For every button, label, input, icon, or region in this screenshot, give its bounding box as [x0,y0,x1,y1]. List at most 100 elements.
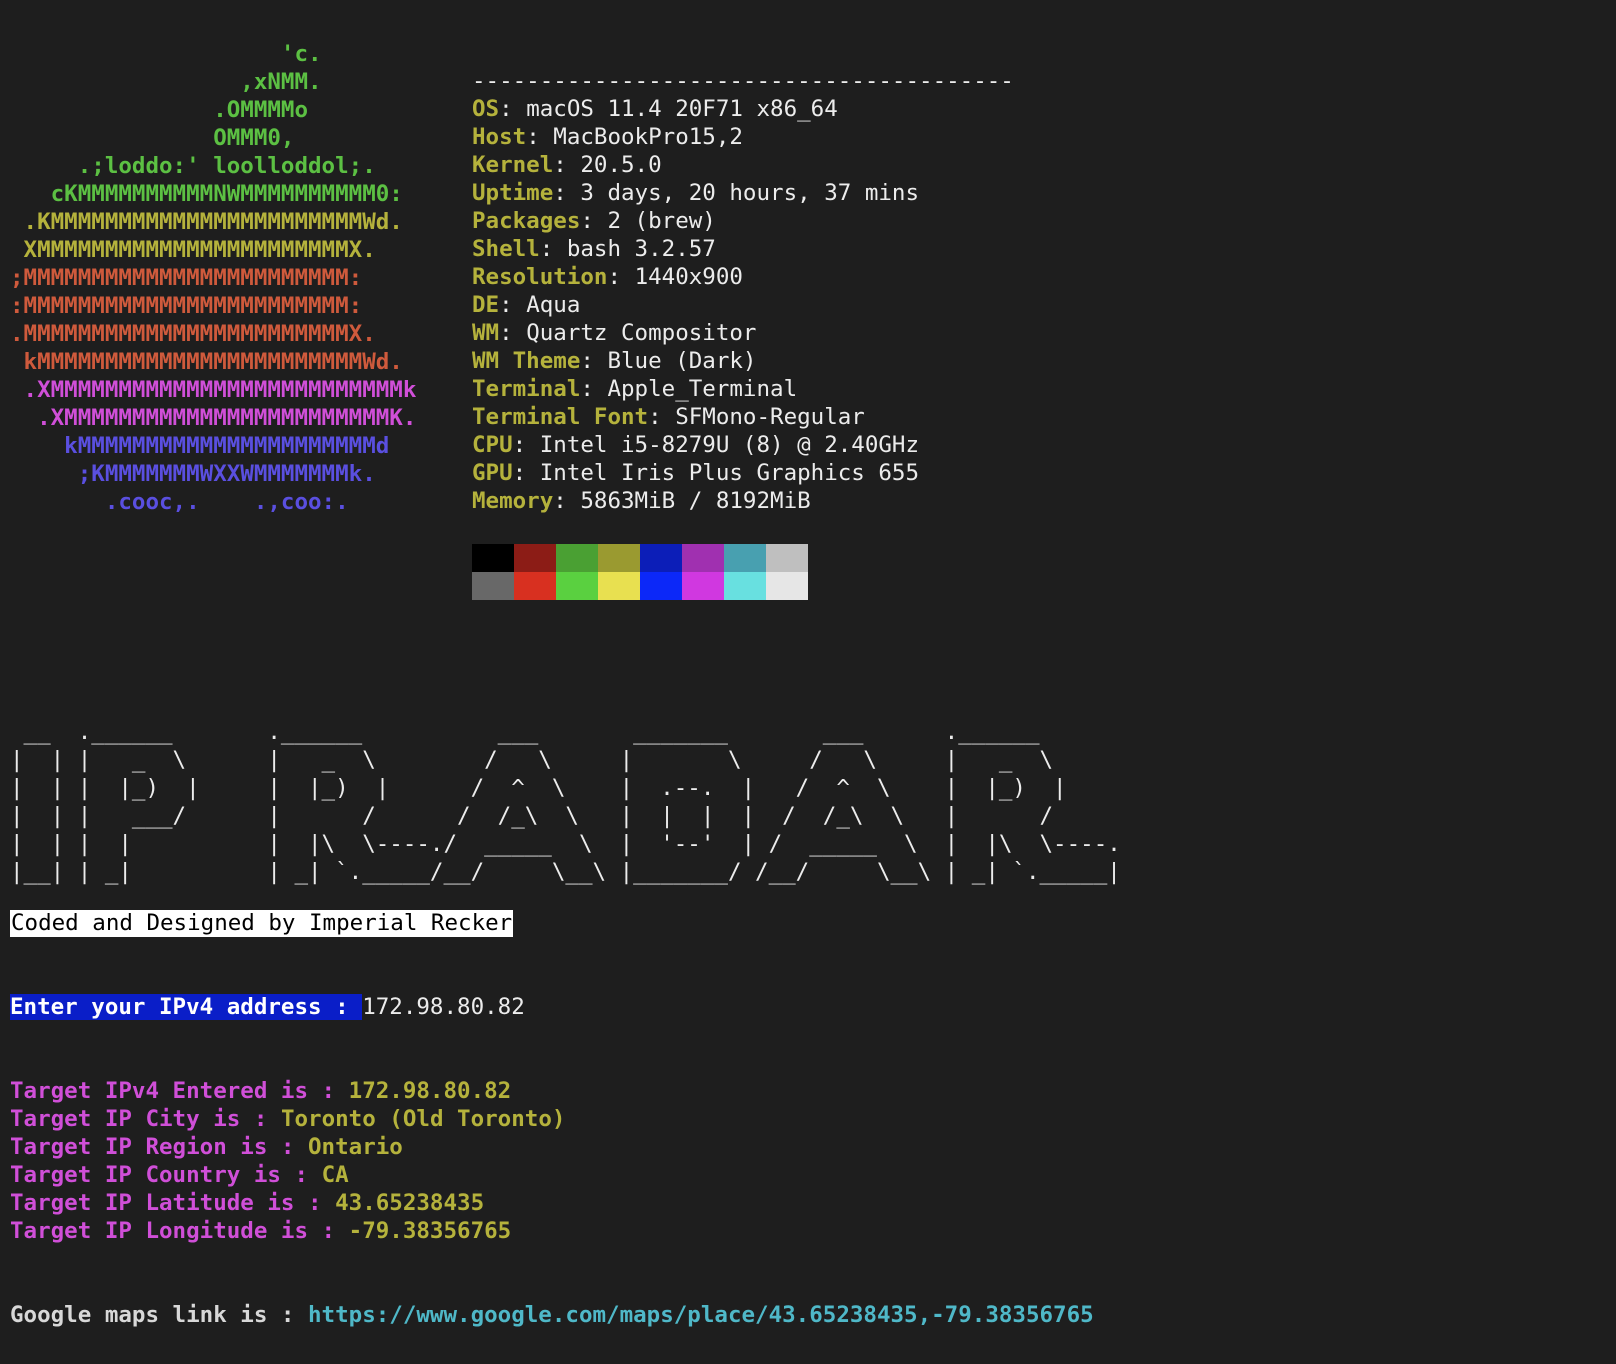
color-swatch [682,544,724,572]
result-row: Target IP Region is : Ontario [10,1133,565,1161]
info-row: WM Theme: Blue (Dark) [472,347,1014,375]
ip-input-value[interactable]: 172.98.80.82 [362,994,525,1020]
info-key: Uptime [472,180,554,206]
info-value: Quartz Compositor [526,320,757,346]
info-colon: : [499,320,527,346]
info-key: Terminal [472,376,581,402]
info-key: Host [472,124,527,150]
color-swatch [472,544,514,572]
info-value: 2 (brew) [607,208,716,234]
info-value: 3 days, 20 hours, 37 mins [580,180,920,206]
info-colon: : [553,152,581,178]
banner-line: | | | _ \ | _ \ / \ | \ / \ | _ \ [10,747,1054,773]
info-value: Apple_Terminal [607,376,798,402]
maps-label: Google maps link is : [10,1302,309,1328]
logo-line: .KMMMMMMMMMMMMMMMMMMMMMMMWd. [10,209,403,235]
info-value: macOS 11.4 20F71 x86_64 [526,96,838,122]
logo-line: kMMMMMMMMMMMMMMMMMMMMMMMMWd. [10,349,403,375]
info-value: SFMono-Regular [675,404,865,430]
result-value: Ontario [308,1134,403,1160]
result-label: Target IPv4 Entered is : [10,1078,349,1104]
system-info-panel: ----------------------------------------… [472,67,1014,515]
info-value: 5863MiB / 8192MiB [580,488,811,514]
info-colon: : [648,404,676,430]
logo-line: :MMMMMMMMMMMMMMMMMMMMMMMM: [10,293,363,319]
ip-input-prompt[interactable]: Enter your IPv4 address : 172.98.80.82 [10,993,525,1021]
credit-line: Coded and Designed by Imperial Recker [10,910,514,937]
info-colon: : [499,292,527,318]
info-key: Resolution [472,264,608,290]
logo-line: 'c. [10,41,322,67]
terminal-window[interactable]: 'c. ,xNMM. .OMMMMo OMMM0, .;loddo:' lool… [0,0,1616,1364]
info-colon: : [553,180,581,206]
info-row: OS: macOS 11.4 20F71 x86_64 [472,95,1014,123]
info-row: WM: Quartz Compositor [472,319,1014,347]
color-swatch [724,572,766,600]
info-colon: : [499,96,527,122]
color-swatch [514,572,556,600]
logo-line: ;MMMMMMMMMMMMMMMMMMMMMMMM: [10,265,363,291]
logo-line: OMMM0, [10,125,295,151]
result-label: Target IP Region is : [10,1134,309,1160]
info-row: CPU: Intel i5-8279U (8) @ 2.40GHz [472,431,1014,459]
result-label: Target IP Latitude is : [10,1190,336,1216]
color-swatch [640,544,682,572]
info-row: GPU: Intel Iris Plus Graphics 655 [472,459,1014,487]
info-colon: : [512,432,540,458]
color-swatch [556,544,598,572]
info-row: Packages: 2 (brew) [472,207,1014,235]
info-value: 1440x900 [634,264,743,290]
result-value: 43.65238435 [335,1190,485,1216]
info-value: 20.5.0 [580,152,662,178]
info-value: Blue (Dark) [607,348,757,374]
logo-line: .OMMMMo [10,97,309,123]
info-colon: : [553,488,581,514]
info-separator: ---------------------------------------- [472,68,1014,94]
logo-line: .XMMMMMMMMMMMMMMMMMMMMMMMMMMk [10,377,417,403]
info-row: Resolution: 1440x900 [472,263,1014,291]
color-palette [472,544,808,600]
banner-line: __ .______ .______ ___ _______ ___ .____… [10,719,1040,745]
info-key: Memory [472,488,554,514]
palette-row-normal [472,544,808,572]
info-value: Intel Iris Plus Graphics 655 [539,460,920,486]
info-row: Terminal Font: SFMono-Regular [472,403,1014,431]
prompt-label: Enter your IPv4 address : [10,994,363,1020]
lookup-results: Target IPv4 Entered is : 172.98.80.82 Tar… [10,1077,565,1245]
maps-link-line: Google maps link is : https://www.google… [10,1301,1094,1329]
info-colon: : [580,376,608,402]
info-row: Shell: bash 3.2.57 [472,235,1014,263]
result-value: Toronto (Old Toronto) [280,1106,566,1132]
info-key: Terminal Font [472,404,649,430]
result-value: CA [321,1162,349,1188]
logo-line: .MMMMMMMMMMMMMMMMMMMMMMMMX. [10,321,376,347]
info-colon: : [607,264,635,290]
maps-link[interactable]: https://www.google.com/maps/place/43.652… [308,1302,1094,1328]
info-key: WM [472,320,500,346]
color-swatch [724,544,766,572]
info-key: CPU [472,432,513,458]
info-value: MacBookPro15,2 [553,124,743,150]
color-swatch [598,572,640,600]
color-swatch [598,544,640,572]
result-row: Target IP Country is : CA [10,1161,565,1189]
info-colon: : [512,460,540,486]
result-value: 172.98.80.82 [348,1078,512,1104]
color-swatch [472,572,514,600]
info-key: Kernel [472,152,554,178]
banner-line: | | | ___/ | / / /_\ \ | | | | / /_\ \ |… [10,803,1054,829]
logo-line: .;loddo:' loolloddol;. [10,153,376,179]
banner-line: | | | |_) | | |_) | / ^ \ | .--. | / ^ \… [10,775,1067,801]
result-row: Target IPv4 Entered is : 172.98.80.82 [10,1077,565,1105]
logo-line: .cooc,. .,coo:. [10,489,349,515]
ip-radar-banner: __ .______ .______ ___ _______ ___ .____… [10,718,1121,886]
color-swatch [682,572,724,600]
banner-line: |__| | _| | _| `._____/__/ \__\ |_______… [10,859,1121,885]
info-key: GPU [472,460,513,486]
info-colon: : [580,348,608,374]
apple-ascii-logo: 'c. ,xNMM. .OMMMMo OMMM0, .;loddo:' lool… [10,40,416,516]
info-value: bash 3.2.57 [566,236,716,262]
info-key: Packages [472,208,581,234]
info-key: DE [472,292,500,318]
result-row: Target IP Latitude is : 43.65238435 [10,1189,565,1217]
